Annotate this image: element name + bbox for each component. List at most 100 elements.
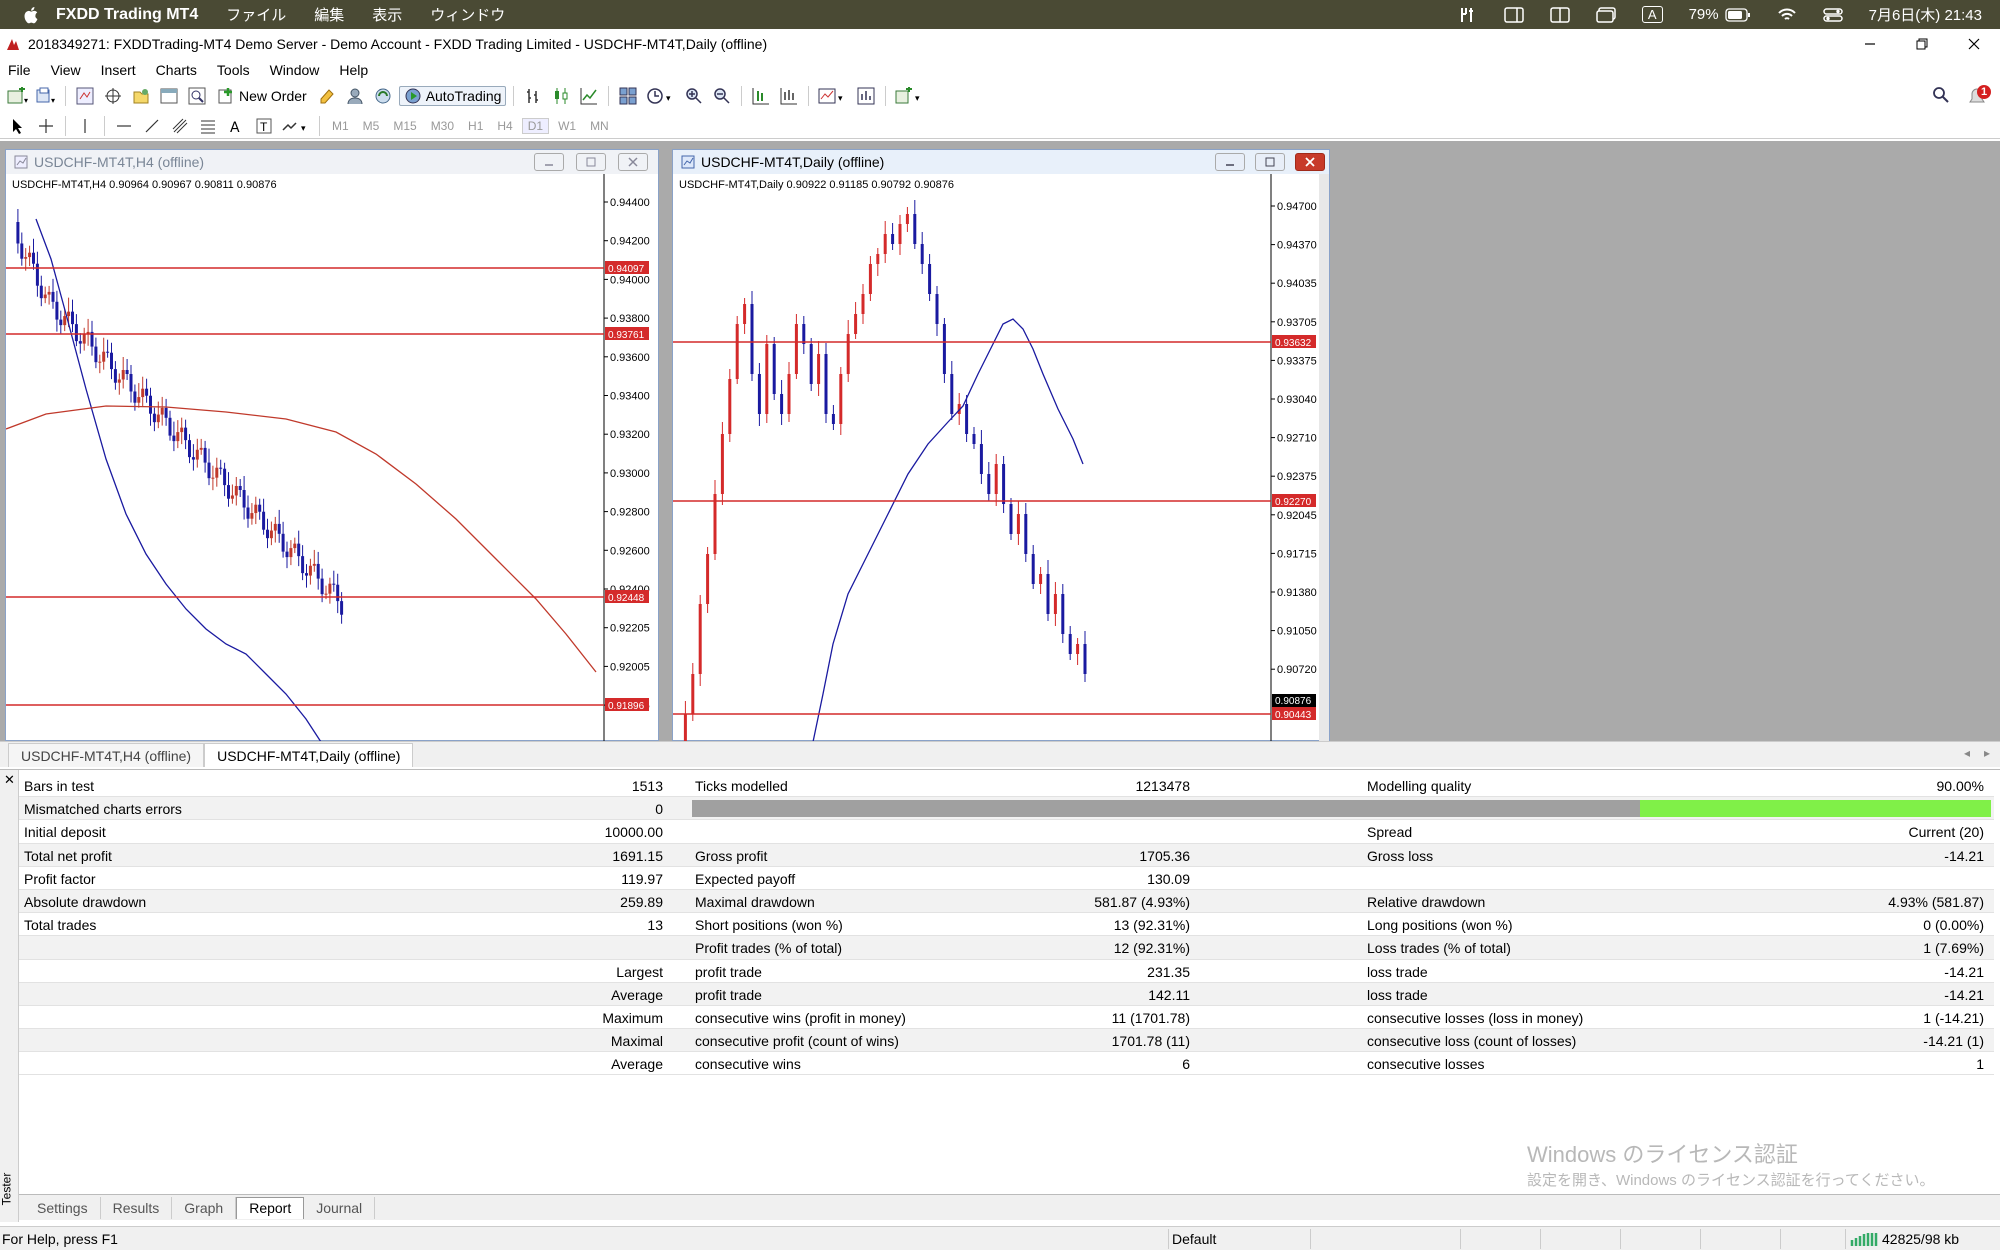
battery-status[interactable]: 79% <box>1689 6 1751 23</box>
candle-body <box>125 369 129 375</box>
menu-window[interactable]: Window <box>270 62 320 78</box>
menu-view[interactable]: View <box>51 62 81 78</box>
horizontal-line-tool[interactable] <box>112 115 136 137</box>
timeframe-h4[interactable]: H4 <box>492 119 517 133</box>
metaeditor-button[interactable] <box>315 85 339 107</box>
tab-report[interactable]: Report <box>236 1196 305 1219</box>
report-label: Bars in test <box>24 778 95 794</box>
mac-menu-window[interactable]: ウィンドウ <box>430 4 505 25</box>
timeframe-m1[interactable]: M1 <box>327 119 354 133</box>
timeframe-h1[interactable]: H1 <box>463 119 488 133</box>
signals-button[interactable] <box>371 85 395 107</box>
menu-tools[interactable]: Tools <box>217 62 250 78</box>
sidebar-icon[interactable] <box>1504 6 1524 23</box>
chevron-left-icon[interactable]: ◂ <box>1964 746 1970 760</box>
menu-charts[interactable]: Charts <box>156 62 197 78</box>
window-icon[interactable] <box>1596 6 1616 23</box>
chart-scrollbar[interactable] <box>1319 174 1329 742</box>
cursor-tool[interactable] <box>6 115 30 137</box>
text-tool[interactable]: A <box>224 115 248 137</box>
tab-settings[interactable]: Settings <box>25 1196 101 1219</box>
templates-button[interactable] <box>854 85 878 107</box>
price-tick-label: 0.90720 <box>1277 664 1317 676</box>
mt4-logo-icon <box>7 39 19 50</box>
tile-windows-button[interactable] <box>616 85 640 107</box>
chart-maximize-button[interactable] <box>576 153 606 171</box>
close-icon[interactable]: ✕ <box>4 772 15 788</box>
clock[interactable]: 7月6日(木) 21:43 <box>1869 4 1982 25</box>
split-view-icon[interactable] <box>1550 6 1570 23</box>
candle-body <box>809 344 813 384</box>
equidistant-channel-tool[interactable] <box>168 115 192 137</box>
tab-chart-h4[interactable]: USDCHF-MT4T,H4 (offline) <box>8 743 205 767</box>
price-chart-daily[interactable]: USDCHF-MT4T,Daily 0.90922 0.91185 0.9079… <box>673 174 1331 742</box>
data-window-button[interactable] <box>101 85 125 107</box>
minimize-button[interactable] <box>1844 29 1896 59</box>
market-watch-button[interactable] <box>73 85 97 107</box>
candle-body <box>928 264 932 294</box>
line-chart-button[interactable] <box>577 85 601 107</box>
strategy-tester-button[interactable] <box>185 85 209 107</box>
input-mode-indicator[interactable]: A <box>1641 6 1663 23</box>
timeframe-m5[interactable]: M5 <box>358 119 385 133</box>
menu-insert[interactable]: Insert <box>101 62 136 78</box>
periods-button[interactable]: ▾ <box>644 85 678 107</box>
search-button[interactable] <box>1932 86 1950 107</box>
profiles-button[interactable]: ▾ <box>34 85 58 107</box>
chart-shift-button[interactable] <box>777 85 801 107</box>
chart-minimize-button[interactable] <box>534 153 564 171</box>
zoom-out-button[interactable] <box>710 85 734 107</box>
timeframe-m15[interactable]: M15 <box>388 119 421 133</box>
new-order-button[interactable]: New Order <box>213 87 311 105</box>
close-button[interactable] <box>1948 29 2000 59</box>
navigator-button[interactable] <box>129 85 153 107</box>
timeframe-d1[interactable]: D1 <box>521 117 550 134</box>
objects-button[interactable]: ▾ <box>893 85 927 107</box>
timeframe-m30[interactable]: M30 <box>426 119 459 133</box>
mac-menu-file[interactable]: ファイル <box>226 4 286 25</box>
price-chart-h4[interactable]: USDCHF-MT4T,H4 0.90964 0.90967 0.90811 0… <box>6 174 660 742</box>
indicators-button[interactable]: ▾ <box>816 85 850 107</box>
notifications-button[interactable]: 1 <box>1966 84 1992 108</box>
menu-help[interactable]: Help <box>339 62 368 78</box>
vertical-line-tool[interactable] <box>73 115 97 137</box>
chart-window-h4[interactable]: USDCHF-MT4T,H4 (offline) USDCHF-MT4T,H4 … <box>5 149 660 742</box>
tab-scroll-buttons[interactable]: ◂ ▸ <box>1964 746 1990 760</box>
tab-graph[interactable]: Graph <box>172 1196 237 1219</box>
mac-menu-edit[interactable]: 編集 <box>314 4 344 25</box>
chart-minimize-button[interactable] <box>1215 153 1245 171</box>
timeframe-w1[interactable]: W1 <box>553 119 581 133</box>
timeframe-mn[interactable]: MN <box>585 119 614 133</box>
tab-results[interactable]: Results <box>101 1196 173 1219</box>
text-label-tool[interactable]: T <box>252 115 276 137</box>
chart-window-title-bar[interactable]: USDCHF-MT4T,H4 (offline) <box>6 150 658 174</box>
trendline-tool[interactable] <box>140 115 164 137</box>
chart-close-button[interactable] <box>1295 153 1325 171</box>
chart-window-daily[interactable]: USDCHF-MT4T,Daily (offline) USDCHF-MT4T,… <box>672 149 1331 742</box>
chevron-right-icon[interactable]: ▸ <box>1984 746 1990 760</box>
menu-file[interactable]: File <box>8 62 31 78</box>
autotrading-button[interactable]: AutoTrading <box>398 86 507 106</box>
chart-close-button[interactable] <box>618 153 648 171</box>
chart-maximize-button[interactable] <box>1255 153 1285 171</box>
auto-scroll-button[interactable] <box>749 85 773 107</box>
restore-button[interactable] <box>1896 29 1948 59</box>
chart-window-title-bar[interactable]: USDCHF-MT4T,Daily (offline) <box>673 150 1329 174</box>
tab-chart-daily[interactable]: USDCHF-MT4T,Daily (offline) <box>204 743 414 767</box>
candlestick-button[interactable] <box>549 85 573 107</box>
app-name-menu[interactable]: FXDD Trading MT4 <box>56 6 198 24</box>
terminal-button[interactable] <box>157 85 181 107</box>
apple-icon[interactable] <box>22 5 42 25</box>
market-button[interactable] <box>343 85 367 107</box>
tab-journal[interactable]: Journal <box>304 1196 376 1219</box>
control-center-icon[interactable] <box>1822 7 1843 23</box>
fibonacci-tool[interactable] <box>196 115 220 137</box>
mac-menu-view[interactable]: 表示 <box>372 4 402 25</box>
new-chart-button[interactable]: ▾ <box>6 85 30 107</box>
bar-chart-button[interactable] <box>521 85 545 107</box>
tools-icon[interactable] <box>1458 7 1478 23</box>
crosshair-tool[interactable] <box>34 115 58 137</box>
wifi-icon[interactable] <box>1777 7 1797 23</box>
arrows-tool[interactable]: ▾ <box>280 115 312 137</box>
zoom-in-button[interactable] <box>682 85 706 107</box>
